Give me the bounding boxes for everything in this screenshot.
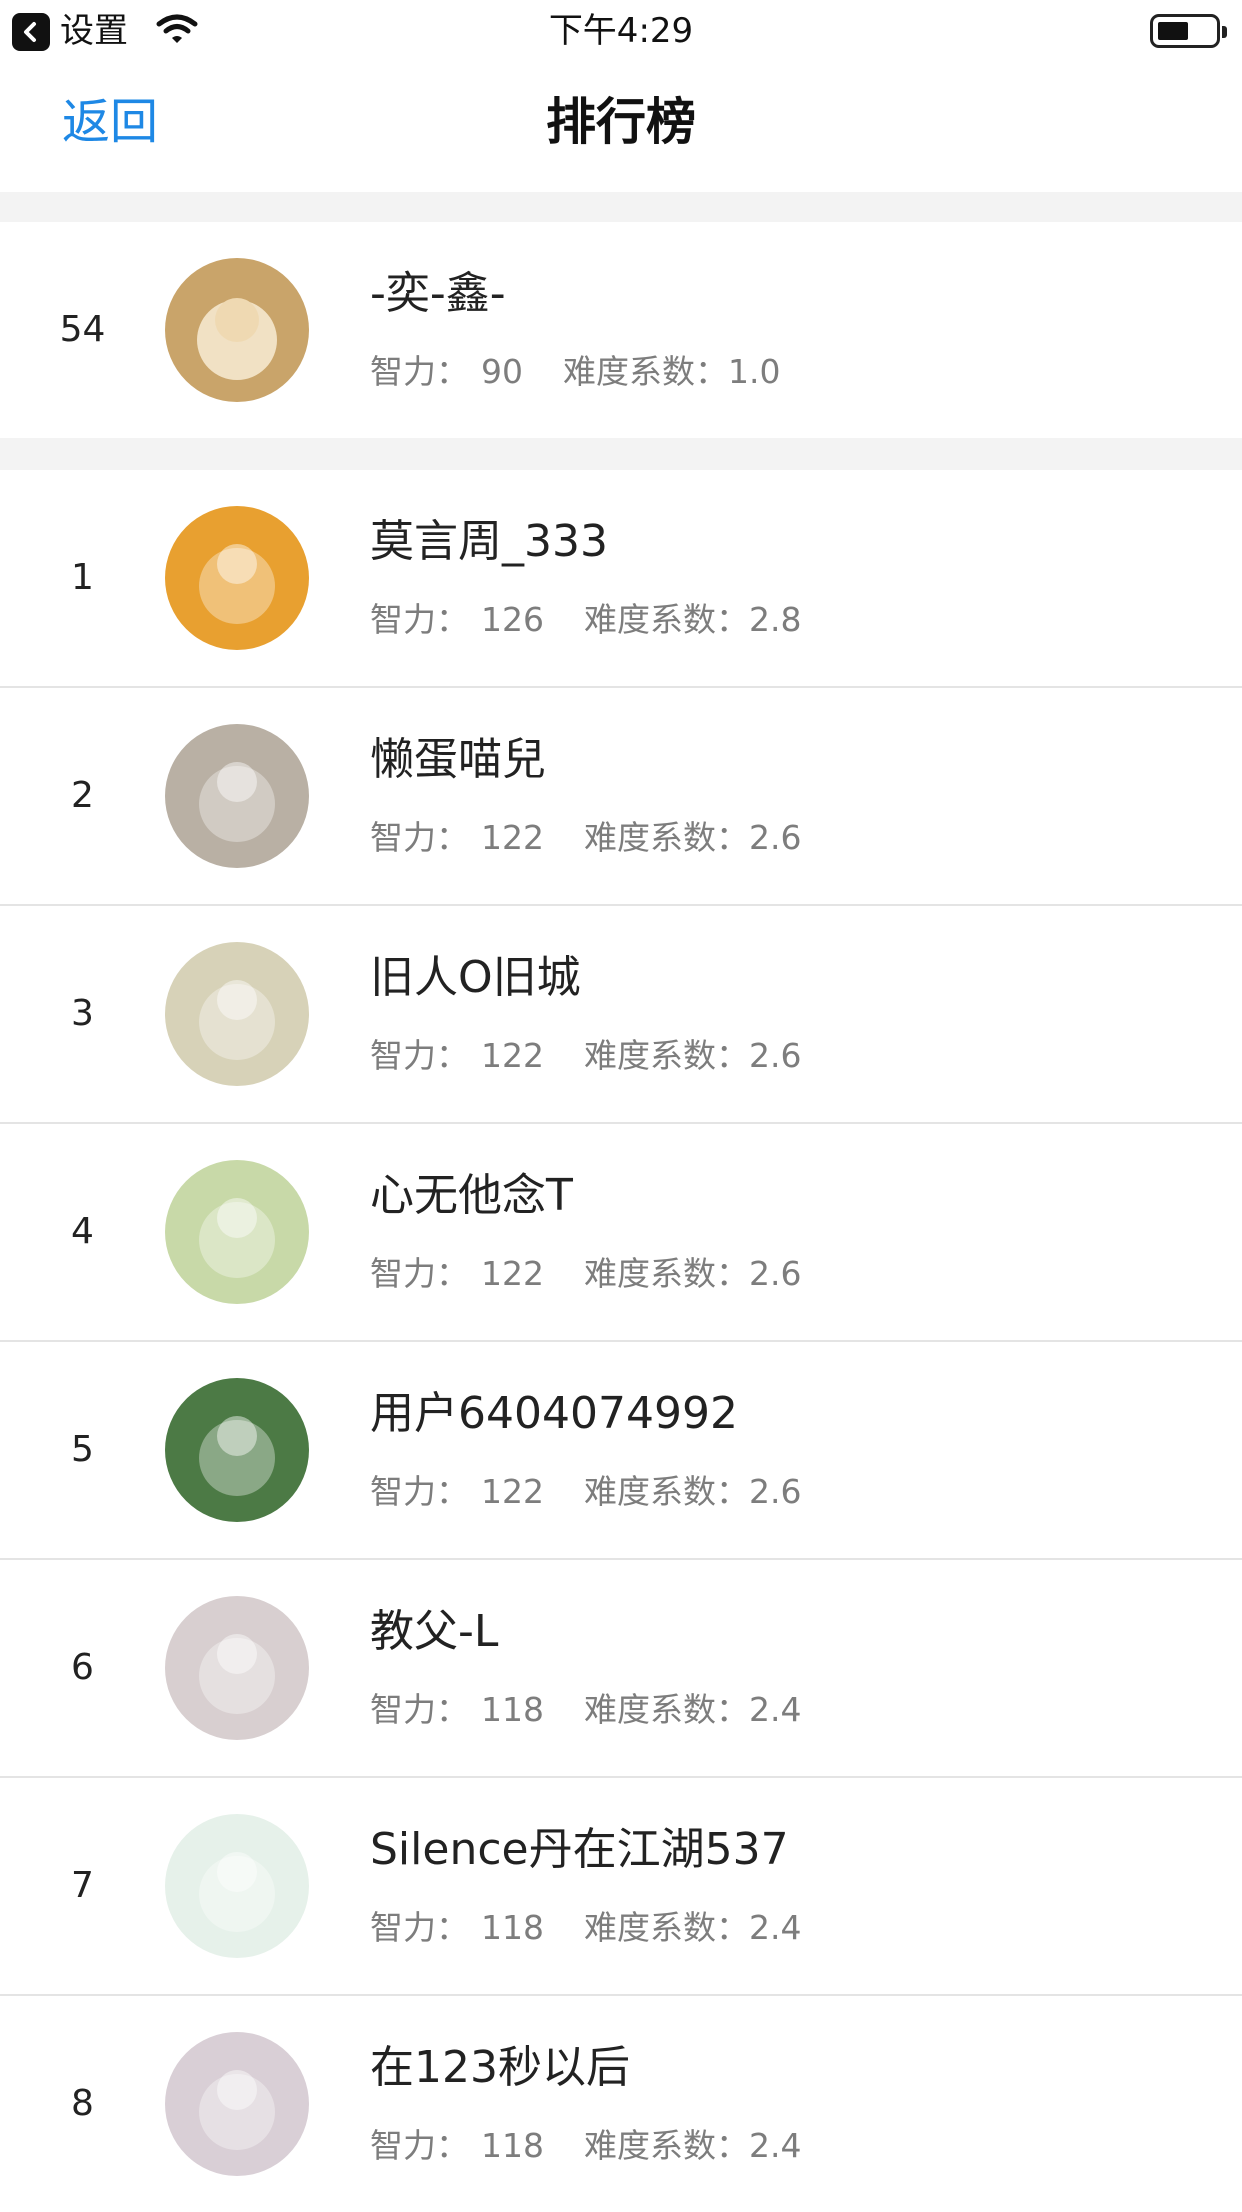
rank-number: 5 xyxy=(71,1429,94,1470)
iq-label: 智力： xyxy=(370,600,469,639)
user-name: 在123秒以后 xyxy=(370,2042,630,2093)
user-stats: 智力： 122 难度系数：2.6 xyxy=(370,1252,801,1296)
avatar xyxy=(165,1814,309,1958)
rank-number: 6 xyxy=(71,1647,94,1688)
user-name: 旧人O旧城 xyxy=(370,952,581,1003)
difficulty-label: 难度系数： xyxy=(584,1036,749,1075)
user-stats: 智力： 122 难度系数：2.6 xyxy=(370,1470,801,1514)
difficulty-label: 难度系数： xyxy=(563,352,728,391)
user-stats: 智力： 118 难度系数：2.4 xyxy=(370,1906,801,1950)
user-name: 心无他念T xyxy=(370,1170,573,1221)
leaderboard-row[interactable]: 3 旧人O旧城 智力： 122 难度系数：2.6 xyxy=(0,906,1242,1122)
difficulty-label: 难度系数： xyxy=(584,2126,749,2165)
battery-icon xyxy=(1150,14,1227,48)
user-stats: 智力： 122 难度系数：2.6 xyxy=(370,816,801,860)
iq-label: 智力： xyxy=(370,818,469,857)
avatar xyxy=(165,506,309,650)
iq-label: 智力： xyxy=(370,1472,469,1511)
iq-value: 122 xyxy=(481,818,544,857)
iq-value: 118 xyxy=(481,1908,544,1947)
difficulty-label: 难度系数： xyxy=(584,600,749,639)
section-gap xyxy=(0,192,1242,222)
iq-label: 智力： xyxy=(370,1036,469,1075)
difficulty-value: 2.6 xyxy=(749,818,802,857)
iq-value: 90 xyxy=(481,352,523,391)
leaderboard-row[interactable]: 5 用户6404074992 智力： 122 难度系数：2.6 xyxy=(0,1342,1242,1558)
difficulty-value: 2.4 xyxy=(749,2126,802,2165)
difficulty-value: 2.6 xyxy=(749,1254,802,1293)
user-stats: 智力： 122 难度系数：2.6 xyxy=(370,1034,801,1078)
user-name: 懒蛋喵兒 xyxy=(370,734,546,785)
my-rank-row[interactable]: 54 -奕-鑫- 智力： 90 难度系数：1.0 xyxy=(0,222,1242,438)
rank-number: 3 xyxy=(71,993,94,1034)
difficulty-value: 2.4 xyxy=(749,1690,802,1729)
avatar xyxy=(165,724,309,868)
user-stats: 智力： 118 难度系数：2.4 xyxy=(370,2124,801,2168)
leaderboard-row[interactable]: 4 心无他念T 智力： 122 难度系数：2.6 xyxy=(0,1124,1242,1340)
leaderboard-row[interactable]: 7 Silence丹在江湖537 智力： 118 难度系数：2.4 xyxy=(0,1778,1242,1994)
difficulty-label: 难度系数： xyxy=(584,1690,749,1729)
user-stats: 智力： 90 难度系数：1.0 xyxy=(370,350,780,394)
avatar xyxy=(165,1378,309,1522)
user-name: -奕-鑫- xyxy=(370,268,506,319)
difficulty-label: 难度系数： xyxy=(584,1472,749,1511)
avatar xyxy=(165,1160,309,1304)
avatar xyxy=(165,2032,309,2176)
rank-number: 1 xyxy=(71,557,94,598)
rank-number: 4 xyxy=(71,1211,94,1252)
rank-number: 8 xyxy=(71,2083,94,2124)
page-title: 排行榜 xyxy=(546,93,696,151)
leaderboard-row[interactable]: 2 懒蛋喵兒 智力： 122 难度系数：2.6 xyxy=(0,688,1242,904)
leaderboard-row[interactable]: 6 教父-L 智力： 118 难度系数：2.4 xyxy=(0,1560,1242,1776)
leaderboard-row[interactable]: 8 在123秒以后 智力： 118 难度系数：2.4 xyxy=(0,1996,1242,2212)
clock: 下午4:29 xyxy=(548,11,694,51)
rank-number: 54 xyxy=(59,309,106,350)
iq-label: 智力： xyxy=(370,1908,469,1947)
user-name: Silence丹在江湖537 xyxy=(370,1824,789,1875)
user-stats: 智力： 118 难度系数：2.4 xyxy=(370,1688,801,1732)
iq-value: 118 xyxy=(481,2126,544,2165)
iq-value: 126 xyxy=(481,600,544,639)
leaderboard-row[interactable]: 1 莫言周_333 智力： 126 难度系数：2.8 xyxy=(0,470,1242,686)
avatar xyxy=(165,942,309,1086)
rank-number: 2 xyxy=(71,775,94,816)
difficulty-label: 难度系数： xyxy=(584,1908,749,1947)
avatar xyxy=(165,1596,309,1740)
user-name: 莫言周_333 xyxy=(370,516,608,567)
user-stats: 智力： 126 难度系数：2.8 xyxy=(370,598,801,642)
iq-label: 智力： xyxy=(370,1690,469,1729)
avatar xyxy=(165,258,309,402)
user-name: 用户6404074992 xyxy=(370,1388,738,1439)
rank-number: 7 xyxy=(71,1865,94,1906)
difficulty-label: 难度系数： xyxy=(584,1254,749,1293)
section-gap xyxy=(0,438,1242,470)
status-bar: 设置 下午4:29 xyxy=(0,0,1242,62)
iq-value: 122 xyxy=(481,1254,544,1293)
iq-label: 智力： xyxy=(370,1254,469,1293)
difficulty-value: 1.0 xyxy=(728,352,781,391)
iq-value: 122 xyxy=(481,1472,544,1511)
iq-value: 122 xyxy=(481,1036,544,1075)
difficulty-value: 2.6 xyxy=(749,1472,802,1511)
iq-label: 智力： xyxy=(370,352,469,391)
difficulty-label: 难度系数： xyxy=(584,818,749,857)
iq-value: 118 xyxy=(481,1690,544,1729)
difficulty-value: 2.4 xyxy=(749,1908,802,1947)
difficulty-value: 2.6 xyxy=(749,1036,802,1075)
navigation-bar: 返回 排行榜 xyxy=(0,62,1242,192)
user-name: 教父-L xyxy=(370,1606,499,1657)
difficulty-value: 2.8 xyxy=(749,600,802,639)
iq-label: 智力： xyxy=(370,2126,469,2165)
